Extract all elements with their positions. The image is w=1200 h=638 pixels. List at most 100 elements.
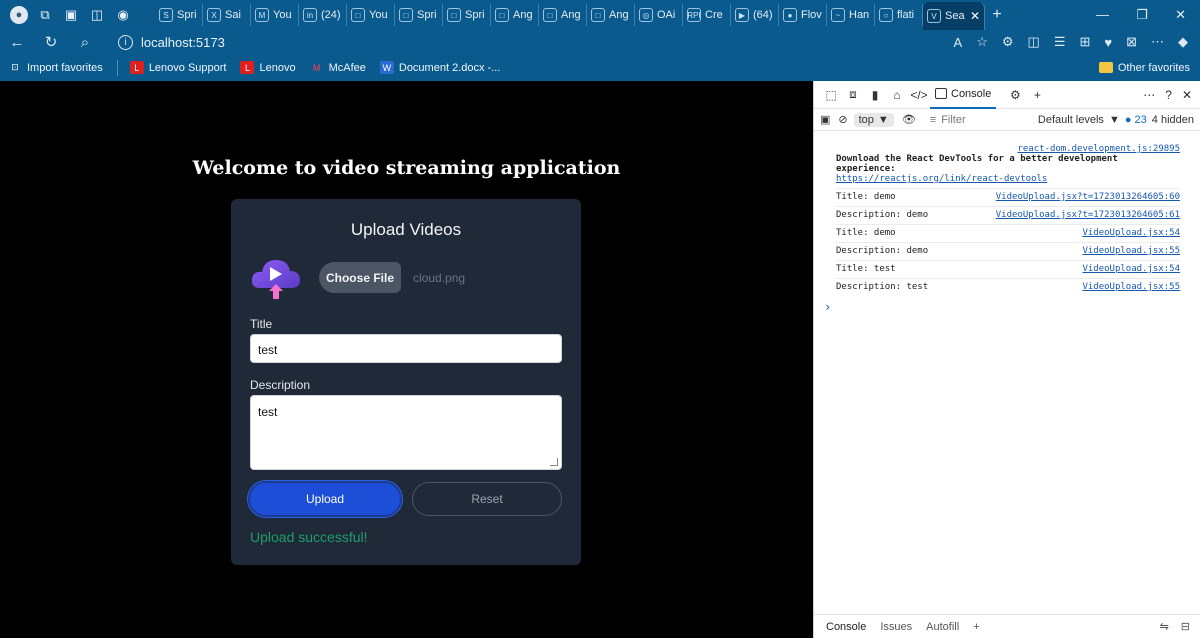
close-tab-icon[interactable]: ✕ <box>970 9 980 23</box>
tab-actions-icon[interactable]: ▣ <box>60 4 82 26</box>
tab-label: Spri <box>465 9 485 21</box>
debug-icon[interactable]: ⚙ <box>1004 85 1026 105</box>
clear-console-icon[interactable]: ⊘ <box>838 113 847 126</box>
message-source-link[interactable]: VideoUpload.jsx:55 <box>1082 246 1180 256</box>
favorites-bar: ⊡ Import favorites L Lenovo Support L Lenov… <box>0 54 1200 81</box>
console-filter-bar: ▣ ⊘ top ▼ 👁 ≡ Filter Default levels ▼ ● 23 … <box>814 109 1200 131</box>
tab-console[interactable]: Console <box>930 81 997 109</box>
message-source-link[interactable]: VideoUpload.jsx:55 <box>1082 282 1180 292</box>
tab-9[interactable]: □ Ang <box>587 4 635 26</box>
tab-14[interactable]: ~ Han <box>827 4 875 26</box>
more-tools-icon[interactable]: + <box>1026 85 1048 105</box>
tab-8[interactable]: □ Ang <box>539 4 587 26</box>
upload-button[interactable]: Upload <box>248 481 402 517</box>
drawer-tab-issues[interactable]: Issues <box>880 621 912 633</box>
help-icon[interactable]: ? <box>1165 88 1172 102</box>
extensions-icon[interactable]: ⚙ <box>1002 34 1014 50</box>
add-drawer-tab-icon[interactable]: + <box>973 621 979 633</box>
console-prompt-icon[interactable]: › <box>824 300 1180 314</box>
pinned-tab-icon[interactable]: ◉ <box>112 4 134 26</box>
dock-icon[interactable]: ⇋ <box>1160 620 1169 633</box>
inspect-icon[interactable]: ⬚ <box>820 85 842 105</box>
bookmark-lenovo[interactable]: L Lenovo <box>240 61 296 74</box>
message-source-link[interactable]: VideoUpload.jsx:54 <box>1082 264 1180 274</box>
tab-3[interactable]: in (24) <box>299 4 347 26</box>
context-selector[interactable]: top ▼ <box>853 112 894 127</box>
tab-5[interactable]: □ Spri <box>395 4 443 26</box>
tab-11[interactable]: RPI Cre <box>683 4 731 26</box>
devtools-link[interactable]: https://reactjs.org/link/react-devtools <box>836 174 1180 184</box>
tab-label: Cre <box>705 9 723 21</box>
filter-icon: ≡ <box>929 113 937 126</box>
tab-2[interactable]: M You <box>251 4 299 26</box>
reset-button[interactable]: Reset <box>412 482 562 516</box>
selected-file-name: cloud.png <box>413 271 466 285</box>
screenshot-icon[interactable]: ⊠ <box>1126 34 1137 50</box>
drawer-tab-autofill[interactable]: Autofill <box>926 621 959 633</box>
search-icon[interactable]: ⌕ <box>68 34 102 51</box>
log-levels-dropdown[interactable]: Default levels ▼ ● 23 4 hidden <box>1038 114 1200 126</box>
tab-favicon: ▶ <box>735 8 749 22</box>
minimize-icon[interactable]: — <box>1096 7 1109 23</box>
dropdown-arrow-icon: ▼ <box>877 113 889 126</box>
import-icon: ⊡ <box>11 62 19 72</box>
hidden-count: 4 hidden <box>1151 113 1194 126</box>
favorite-star-icon[interactable]: ☆ <box>976 34 988 50</box>
collections-icon[interactable]: ◫ <box>86 4 108 26</box>
filter-input[interactable]: ≡ Filter <box>930 114 1020 126</box>
url-text[interactable]: localhost:5173 <box>141 35 225 50</box>
bookmark-document[interactable]: W Document 2.docx -... <box>379 61 500 74</box>
split-screen-icon[interactable]: ◫ <box>1028 34 1040 50</box>
tab-1[interactable]: X Sai <box>203 4 251 26</box>
restore-icon[interactable]: ❐ <box>1136 7 1148 23</box>
elements-icon[interactable]: </> <box>908 85 930 105</box>
bookmark-import-favorites[interactable]: ⊡ Import favorites <box>8 61 103 74</box>
tab-0[interactable]: S Spri <box>155 4 203 26</box>
collapse-drawer-icon[interactable]: ⊟ <box>1181 620 1190 633</box>
message-source-link[interactable]: VideoUpload.jsx:54 <box>1082 228 1180 238</box>
tab-4[interactable]: □ You <box>347 4 395 26</box>
resize-handle[interactable] <box>550 458 558 466</box>
more-options-icon[interactable]: ⋯ <box>1143 88 1155 102</box>
tab-6[interactable]: □ Spri <box>443 4 491 26</box>
tab-favicon: X <box>207 8 221 22</box>
tab-7[interactable]: □ Ang <box>491 4 539 26</box>
copilot-icon[interactable]: ◆ <box>1178 34 1188 50</box>
tab-12[interactable]: ▶ (64) <box>731 4 779 26</box>
new-tab-button[interactable]: + <box>985 6 1009 24</box>
close-devtools-icon[interactable]: ✕ <box>1182 88 1192 102</box>
live-expression-icon[interactable]: 👁 <box>902 113 916 126</box>
tab-13[interactable]: ● Flov <box>779 4 827 26</box>
sidebar-toggle-icon[interactable]: ▮ <box>864 85 886 105</box>
bookmark-mcafee[interactable]: M McAfee <box>310 61 366 74</box>
site-info-icon[interactable]: i <box>118 34 133 50</box>
back-icon[interactable]: ← <box>0 34 34 51</box>
title-input[interactable]: test <box>250 334 562 363</box>
profile-avatar[interactable]: ● <box>8 4 30 26</box>
welcome-icon[interactable]: ⌂ <box>886 85 908 105</box>
choose-file-button[interactable]: Choose File <box>319 262 401 293</box>
browser-essentials-icon[interactable]: ♥ <box>1104 35 1112 50</box>
message-source-link[interactable]: VideoUpload.jsx?t=1723013264605:61 <box>996 210 1180 220</box>
device-emulation-icon[interactable]: ⧈ <box>842 85 864 105</box>
drawer-tab-console[interactable]: Console <box>826 621 866 633</box>
tab-10[interactable]: ◎ OAi <box>635 4 683 26</box>
address-field[interactable]: i localhost:5173 <box>118 30 848 54</box>
refresh-icon[interactable]: ↻ <box>34 33 68 51</box>
read-aloud-icon[interactable]: A <box>954 35 963 50</box>
favorites-icon[interactable]: ☰ <box>1054 34 1066 50</box>
description-textarea[interactable]: test <box>250 395 562 470</box>
tab-active[interactable]: V Sea ✕ <box>923 2 985 30</box>
bookmark-other-favorites[interactable]: Other favorites <box>1098 62 1190 74</box>
more-icon[interactable]: ⋯ <box>1151 34 1164 50</box>
tab-15[interactable]: ○ flati <box>875 4 923 26</box>
message-text: Download the React DevTools for a better… <box>836 154 1118 174</box>
message-source-link[interactable]: react-dom.development.js:29895 <box>836 144 1180 154</box>
workspaces-icon[interactable]: ⧉ <box>34 4 56 26</box>
message-source-link[interactable]: VideoUpload.jsx?t=1723013264605:60 <box>996 192 1180 202</box>
bookmark-lenovo-support[interactable]: L Lenovo Support <box>129 61 226 74</box>
collections-icon[interactable]: ⊞ <box>1079 34 1090 50</box>
tab-favicon: ○ <box>879 8 893 22</box>
sidebar-show-icon[interactable]: ▣ <box>820 113 830 126</box>
close-window-icon[interactable]: ✕ <box>1175 7 1186 23</box>
